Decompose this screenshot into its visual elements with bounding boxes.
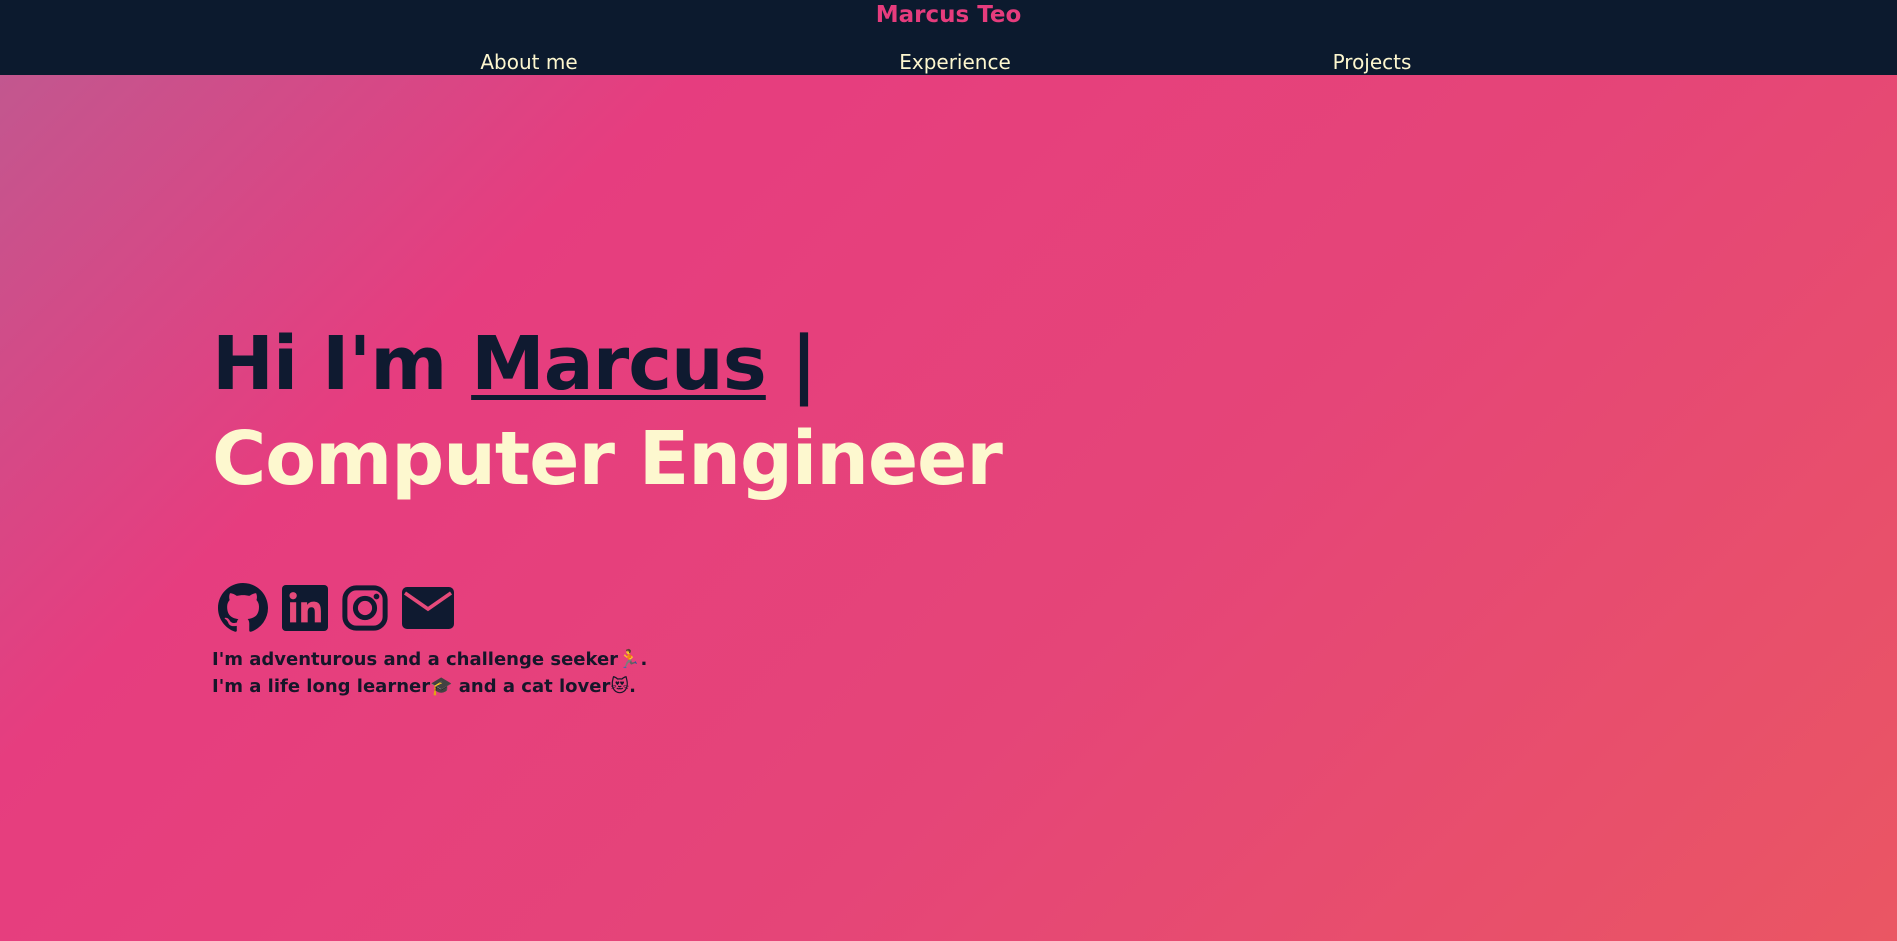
instagram-icon [342,585,388,631]
greeting-text: Hi I'm [212,321,472,407]
email-icon [402,587,454,629]
social-links [218,582,454,634]
bio: I'm adventurous and a challenge seeker🏃.… [212,646,647,700]
separator-text: | [765,321,818,407]
github-link[interactable] [218,583,268,633]
hero-section [0,75,1897,941]
linkedin-icon [282,585,328,631]
email-link[interactable] [402,587,454,629]
nav-link-about-me[interactable]: About me [480,47,577,77]
bio-line-1: I'm adventurous and a challenge seeker🏃. [212,649,648,670]
bio-line-2: I'm a life long learner🎓 and a cat lover… [212,676,636,697]
hero-headline: Hi I'm Marcus | Computer Engineer [212,317,1172,507]
instagram-link[interactable] [342,585,388,631]
github-icon [218,583,268,632]
role-text: Computer Engineer [212,416,1003,502]
navbar: Marcus Teo About me Experience Projects [0,0,1897,75]
brand-title[interactable]: Marcus Teo [0,0,1897,30]
linkedin-link[interactable] [282,585,328,631]
nav-link-experience[interactable]: Experience [899,47,1011,77]
name-text: Marcus [471,321,767,407]
nav-link-projects[interactable]: Projects [1333,47,1412,77]
